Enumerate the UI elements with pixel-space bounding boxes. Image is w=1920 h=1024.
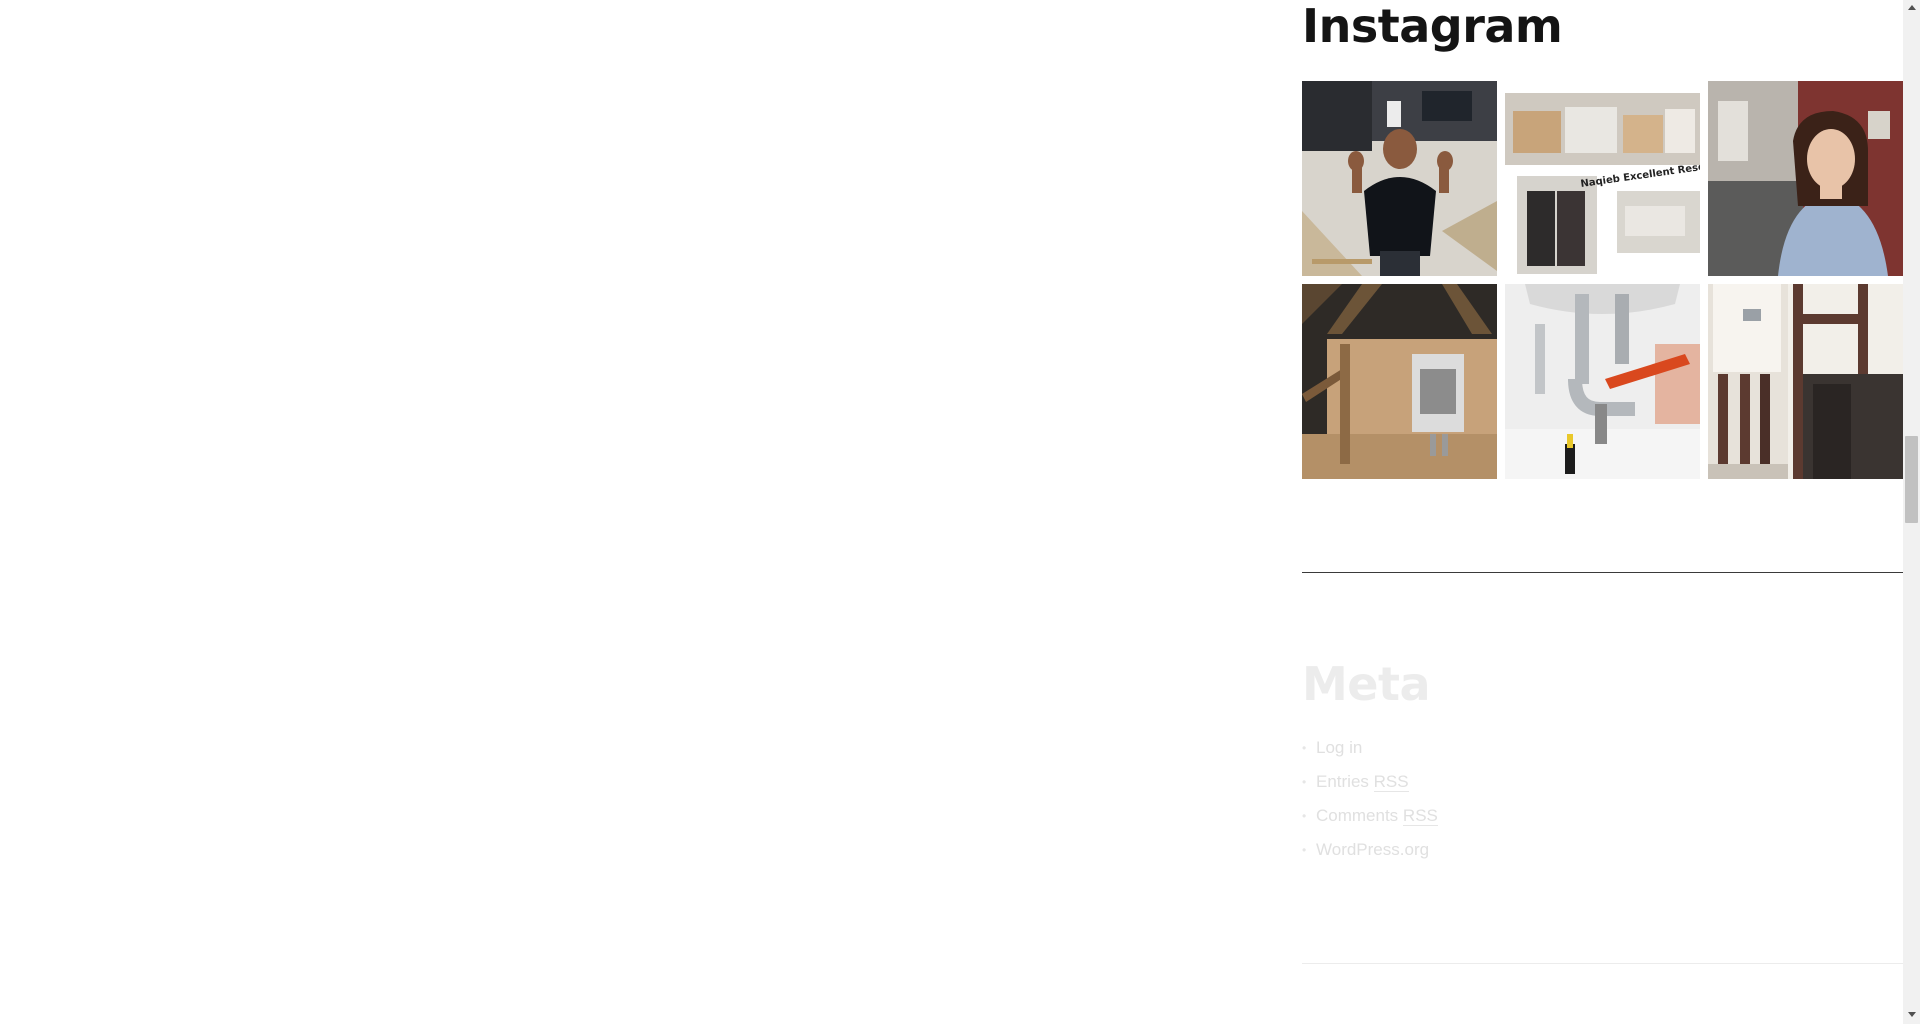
comments-rss-link[interactable]: Comments RSS xyxy=(1316,802,1438,830)
photo-customer-service-woman-icon xyxy=(1708,81,1903,276)
photo-attic-boiler-install-icon xyxy=(1302,284,1497,479)
triangle-down-icon xyxy=(1907,1012,1916,1017)
list-item: • Comments RSS xyxy=(1302,802,1438,836)
wordpress-org-link[interactable]: WordPress.org xyxy=(1316,836,1429,864)
log-in-link[interactable]: Log in xyxy=(1316,734,1362,762)
scroll-up-button[interactable] xyxy=(1903,0,1920,17)
instagram-photo-customer-service[interactable] xyxy=(1708,81,1903,276)
link-label: Comments xyxy=(1316,806,1399,825)
vertical-scrollbar[interactable] xyxy=(1903,0,1920,1024)
photo-plumber-thumbs-up-icon xyxy=(1302,81,1497,276)
scroll-down-button[interactable] xyxy=(1903,1007,1920,1024)
instagram-widget-title: Instagram xyxy=(1302,0,1563,53)
meta-widget-title: Meta xyxy=(1302,657,1431,711)
photo-sink-pipe-wrench-icon xyxy=(1505,284,1700,479)
instagram-photo-plumber[interactable] xyxy=(1302,81,1497,276)
rss-abbr: RSS xyxy=(1373,772,1409,792)
widget-divider xyxy=(1302,963,1903,964)
bullet-icon: • xyxy=(1302,741,1307,755)
rss-abbr: RSS xyxy=(1402,806,1438,826)
scrollbar-thumb[interactable] xyxy=(1905,436,1918,523)
photo-boxed-products-collage-icon: Naqieb Excellent Resources xyxy=(1505,81,1700,276)
meta-links-list: • Log in • Entries RSS • Comments RSS • … xyxy=(1302,734,1438,870)
bullet-icon: • xyxy=(1302,809,1307,823)
instagram-photo-sink-wrench[interactable] xyxy=(1505,284,1700,479)
photo-boiler-pipes-wall-icon xyxy=(1708,284,1903,479)
sidebar: Instagram Naqieb Excellent Resources Met… xyxy=(1302,0,1903,1024)
list-item: • WordPress.org xyxy=(1302,836,1438,870)
instagram-photo-products[interactable]: Naqieb Excellent Resources xyxy=(1505,81,1700,276)
instagram-photo-grid: Naqieb Excellent Resources xyxy=(1302,81,1903,479)
instagram-photo-attic-boiler[interactable] xyxy=(1302,284,1497,479)
entries-rss-link[interactable]: Entries RSS xyxy=(1316,768,1409,796)
widget-divider xyxy=(1302,572,1903,573)
triangle-up-icon xyxy=(1907,5,1916,10)
link-label: Entries xyxy=(1316,772,1369,791)
list-item: • Entries RSS xyxy=(1302,768,1438,802)
instagram-photo-boiler-pipes[interactable] xyxy=(1708,284,1903,479)
bullet-icon: • xyxy=(1302,775,1307,789)
list-item: • Log in xyxy=(1302,734,1438,768)
bullet-icon: • xyxy=(1302,843,1307,857)
